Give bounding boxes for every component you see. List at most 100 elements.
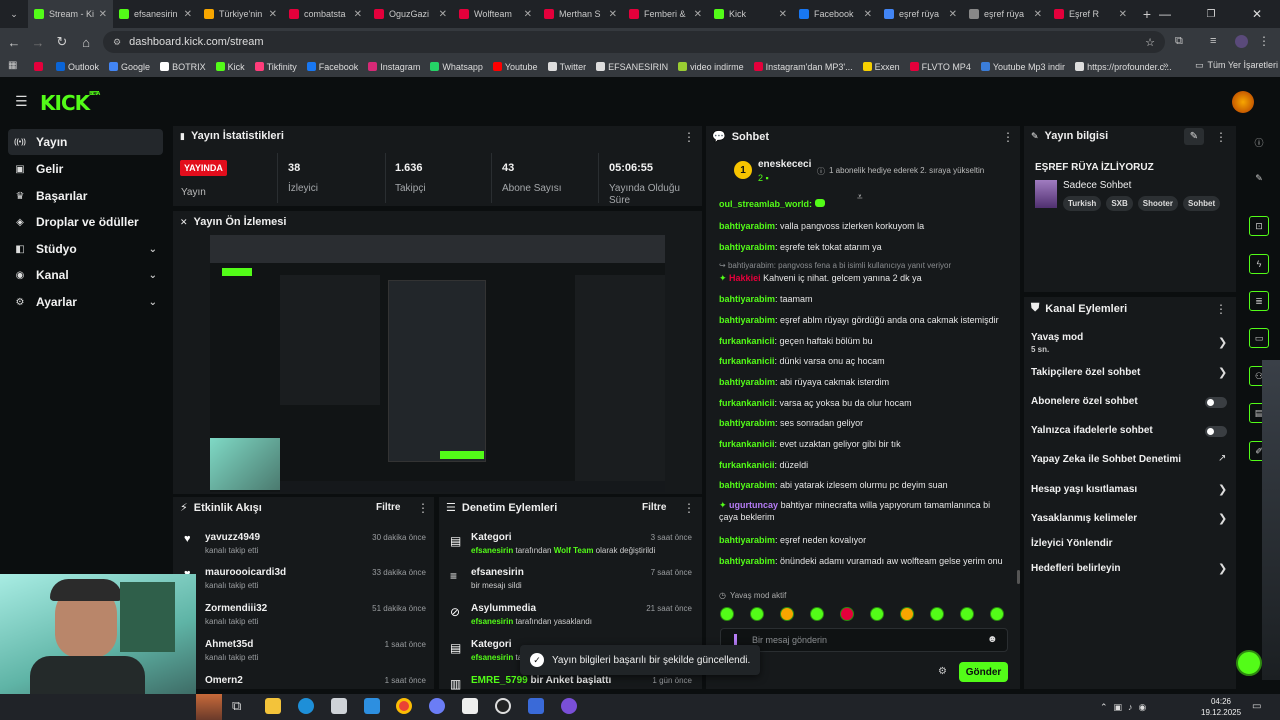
emoji-picker-icon[interactable]: ☻	[987, 634, 998, 645]
tab-close-icon[interactable]: ✕	[949, 9, 957, 20]
chevron-down-icon[interactable]: ⌄	[149, 244, 157, 255]
bookmark-item[interactable]	[34, 62, 46, 71]
browser-tab[interactable]: Femberi & ✕	[623, 0, 708, 28]
chat-username[interactable]: bahtiyarabim	[719, 294, 775, 304]
edge-icon[interactable]	[298, 698, 314, 714]
tab-close-icon[interactable]: ✕	[779, 9, 787, 20]
reload-icon[interactable]: ↻	[50, 30, 74, 54]
bookmark-item[interactable]: Facebook	[306, 62, 358, 72]
apps-grid-icon[interactable]: ▦	[8, 60, 17, 71]
bookmark-item[interactable]: Outlook	[56, 62, 99, 72]
activity-user[interactable]: yavuzz4949	[205, 532, 260, 543]
chat-username[interactable]: furkankanicii	[719, 356, 775, 366]
activity-user[interactable]: Zormendiii32	[205, 603, 267, 614]
stats-menu-icon[interactable]: ⋮	[683, 130, 695, 144]
stream-tag[interactable]: Turkish	[1063, 196, 1102, 211]
emote-button[interactable]	[780, 607, 794, 621]
emote-button[interactable]	[960, 607, 974, 621]
bookmark-item[interactable]: Exxen	[862, 62, 900, 72]
notepad-icon[interactable]	[462, 698, 478, 714]
chat-username[interactable]: bahtiyarabim	[719, 418, 775, 428]
chat-username[interactable]: ugurtuncay	[729, 500, 778, 510]
chat-username[interactable]: furkankanicii	[719, 336, 775, 346]
bookmark-item[interactable]: BOTRIX	[160, 62, 206, 72]
close-window-button[interactable]: ✕	[1234, 0, 1280, 28]
bookmark-item[interactable]: Kick	[215, 62, 245, 72]
sidebar-item-trophy[interactable]: ♛ Başarılar	[8, 183, 163, 209]
emote-button[interactable]	[900, 607, 914, 621]
bookmark-item[interactable]: https://profounder.c...	[1075, 62, 1172, 72]
rail-edit-icon[interactable]: ✎	[1250, 169, 1268, 187]
channel-action-row[interactable]: Yalnızca ifadelerle sohbet	[1031, 425, 1231, 436]
bookmark-item[interactable]: video indirme	[678, 62, 744, 72]
app-icon[interactable]	[429, 698, 445, 714]
bookmark-item[interactable]: Youtube	[492, 62, 538, 72]
tab-search-icon[interactable]: ⌄	[0, 0, 28, 28]
sidebar-item-settings[interactable]: ⚙ Ayarlar ⌄	[8, 289, 163, 315]
sidebar-item-channel[interactable]: ◉ Kanal ⌄	[8, 262, 163, 288]
channel-action-row[interactable]: Yasaklanmış kelimeler	[1031, 513, 1231, 524]
channel-action-row[interactable]: Hedefleri belirleyin	[1031, 563, 1231, 574]
user-avatar[interactable]	[1232, 91, 1254, 113]
top-gifter-name[interactable]: eneskececi	[758, 159, 811, 170]
floating-action-button[interactable]	[1236, 650, 1262, 676]
send-button[interactable]: Gönder	[959, 662, 1008, 682]
chat-username[interactable]: bahtiyarabim	[719, 556, 775, 566]
channel-action-row[interactable]: Hesap yaşı kısıtlaması	[1031, 484, 1231, 495]
chat-username[interactable]: bahtiyarabim	[719, 242, 775, 252]
chevron-down-icon[interactable]: ⌄	[149, 297, 157, 308]
forward-icon[interactable]: →	[26, 30, 50, 54]
chat-username[interactable]: bahtiyarabim	[719, 535, 775, 545]
rail-camera-icon[interactable]: ⊡	[1249, 216, 1269, 236]
collapse-pinned-icon[interactable]: ⩡	[857, 192, 863, 203]
hamburger-menu-icon[interactable]: ☰	[15, 93, 28, 110]
tab-close-icon[interactable]: ✕	[609, 9, 617, 20]
sidebar-item-gift[interactable]: ◈ Droplar ve ödüller	[8, 209, 163, 235]
channel-actions-menu-icon[interactable]: ⋮	[1215, 302, 1227, 316]
chat-settings-icon[interactable]: ⚙	[938, 666, 947, 677]
activity-user[interactable]: Ahmet35d	[205, 639, 258, 650]
activity-menu-icon[interactable]: ⋮	[417, 501, 429, 515]
activity-user[interactable]: Omern2	[205, 675, 243, 686]
bookmarks-overflow-icon[interactable]: »	[1163, 60, 1169, 71]
chat-username[interactable]: bahtiyarabim	[719, 480, 775, 490]
edit-info-button[interactable]: ✎	[1184, 128, 1204, 145]
back-icon[interactable]: ←	[2, 30, 26, 54]
taskbar-clock[interactable]: 04:26 19.12.2025	[1201, 696, 1241, 718]
browser-menu-icon[interactable]: ⋮	[1258, 34, 1270, 48]
moderator-name[interactable]: efsanesirin	[471, 653, 513, 662]
toggle-switch[interactable]	[1205, 397, 1227, 408]
bookmark-item[interactable]: Twitter	[547, 62, 586, 72]
emote-button[interactable]	[750, 607, 764, 621]
stream-tag[interactable]: Shooter	[1137, 196, 1178, 211]
chevron-right-icon[interactable]: ❯	[1218, 512, 1227, 525]
home-icon[interactable]: ⌂	[74, 30, 98, 54]
browser-tab[interactable]: Facebook ✕	[793, 0, 878, 28]
bookmark-item[interactable]: Instagram'dan MP3'...	[753, 62, 853, 72]
emote-button[interactable]	[840, 607, 854, 621]
slow-mode-row[interactable]: Yavaş mod 5 sn.	[1031, 332, 1231, 354]
browser-tab[interactable]: Eşref R ✕	[1048, 0, 1133, 28]
notification-icon[interactable]: ▭	[1252, 701, 1261, 712]
toggle-switch[interactable]	[1205, 426, 1227, 437]
rail-chat-icon[interactable]: ▭	[1249, 328, 1269, 348]
chat-username[interactable]: furkankanicii	[719, 398, 775, 408]
tab-close-icon[interactable]: ✕	[524, 9, 532, 20]
tab-close-icon[interactable]: ✕	[269, 9, 277, 20]
tab-close-icon[interactable]: ✕	[864, 9, 872, 20]
moderator-name[interactable]: efsanesirin	[471, 617, 513, 626]
bookmark-item[interactable]: Instagram	[368, 62, 420, 72]
activity-user[interactable]: mauroooicardi3d	[205, 567, 286, 578]
moderation-menu-icon[interactable]: ⋮	[683, 501, 695, 515]
system-tray-icons[interactable]: ⌃▣♪◉	[1100, 702, 1152, 713]
browser-tab[interactable]: Türkiye'nin ✕	[198, 0, 283, 28]
rail-info-icon[interactable]: ⓘ	[1250, 133, 1268, 151]
mail-icon[interactable]	[364, 698, 380, 714]
url-field[interactable]: ⚙ dashboard.kick.com/stream ☆	[103, 31, 1165, 53]
chrome-icon[interactable]	[396, 698, 412, 714]
bookmark-star-icon[interactable]: ☆	[1145, 36, 1155, 49]
stream-preview-video[interactable]	[210, 235, 665, 492]
rail-bolt-icon[interactable]: ϟ	[1249, 254, 1269, 274]
channel-action-row[interactable]: Takipçilere özel sohbet	[1031, 367, 1231, 378]
chat-username[interactable]: bahtiyarabim	[719, 377, 775, 387]
